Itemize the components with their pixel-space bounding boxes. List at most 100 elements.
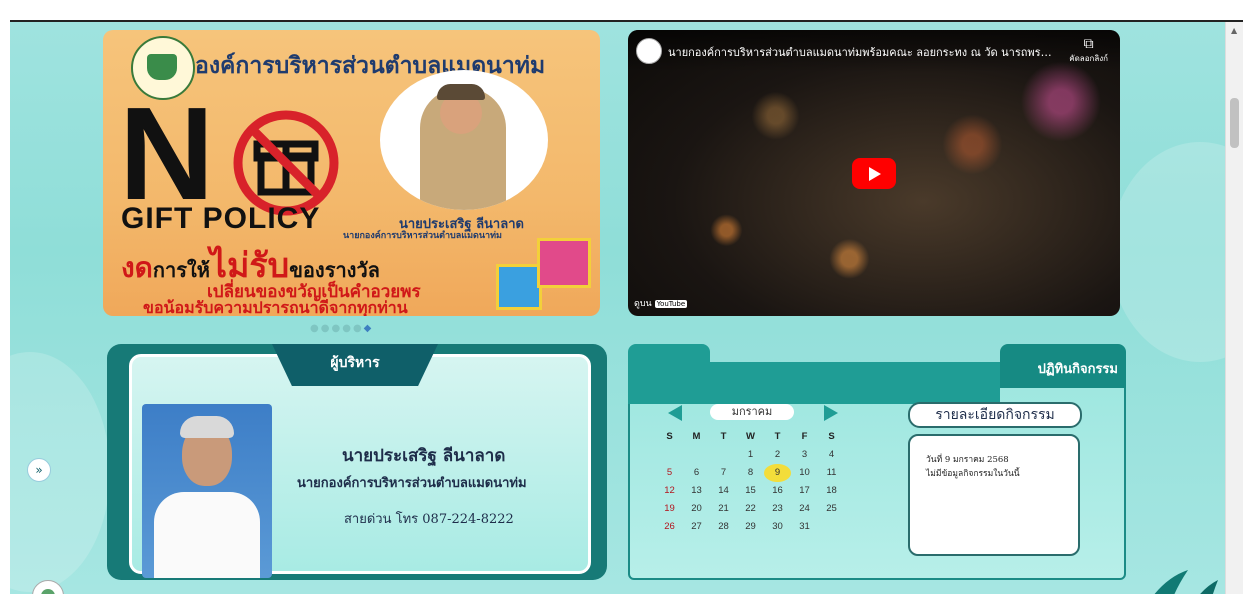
day-cell[interactable]: 11 [818,464,845,482]
headline-give: การให้ [152,258,210,282]
copy-icon: ⧉ [1083,36,1094,52]
executive-photo [142,404,272,578]
activity-detail-box: วันที่ 9 มกราคม 2568 ไม่มีข้อมูลกิจกรรมใ… [908,434,1080,556]
gift-box-decoration [537,238,591,288]
activity-date: วันที่ 9 มกราคม 2568 [926,455,1009,465]
day-cell[interactable]: 30 [764,518,791,536]
activity-text: ไม่มีข้อมูลกิจกรรมในวันนี้ [926,469,1020,479]
day-cell[interactable]: 7 [710,464,737,482]
youtube-logo: YouTube [654,300,688,308]
weekday: T [774,431,781,442]
current-month: มกราคม [710,404,794,420]
browser-top-edge [0,0,1243,22]
bg-decoration [1110,142,1226,362]
week-row: 5 6 7 8 9 10 11 [656,464,846,482]
carousel-indicators[interactable]: ●●●●●◆ [310,323,373,334]
gift-box-decoration [496,264,542,310]
day-cell[interactable]: 3 [791,446,818,464]
weekday: S [666,431,673,442]
gift-policy-banner[interactable]: องค์การบริหารส่วนตำบลแมดนาท่ม N GIFT POL… [103,30,600,316]
executive-tab-label: ผู้บริหาร [330,355,380,371]
day-cell[interactable]: 19 [656,500,683,518]
day-cell[interactable]: 15 [737,482,764,500]
day-cell[interactable]: 16 [764,482,791,500]
expand-side-button[interactable]: » [27,458,51,482]
scroll-up-icon[interactable]: ▲ [1231,26,1237,35]
watch-on-youtube[interactable]: ดูบน YouTube [634,296,688,310]
banner-official-photo [380,70,548,210]
day-cell[interactable]: 2 [764,446,791,464]
week-row: 19 20 21 22 23 24 25 [656,500,846,518]
channel-avatar[interactable] [636,38,662,64]
vertical-scrollbar[interactable]: ▲ [1225,22,1243,594]
executive-card: ผู้บริหาร นายประเสริฐ ลีนาลาด นายกองค์กา… [107,344,607,580]
day-cell[interactable]: 1 [737,446,764,464]
week-row: 26 27 28 29 30 31 [656,518,846,536]
scrollbar-thumb[interactable] [1230,98,1239,148]
day-cell[interactable]: 23 [764,500,791,518]
page-content: องค์การบริหารส่วนตำบลแมดนาท่ม N GIFT POL… [10,22,1226,594]
day-cell[interactable]: 26 [656,518,683,536]
weekday: T [720,431,727,442]
carousel-dot[interactable]: ● [321,323,332,334]
day-cell-today[interactable]: 9 [764,464,791,482]
watch-on-label: ดูบน [634,299,652,309]
day-cell[interactable]: 10 [791,464,818,482]
next-month-button[interactable] [824,405,838,421]
banner-line-3: ขอน้อมรับความปรารถนาดีจากทุกท่าน [143,298,408,316]
day-cell[interactable] [710,446,737,464]
day-cell[interactable]: 21 [710,500,737,518]
day-cell[interactable]: 18 [818,482,845,500]
day-cell[interactable]: 27 [683,518,710,536]
prev-month-button[interactable] [668,405,682,421]
headline-no: งด [121,251,153,284]
weekday-row: S M T W T F S [656,428,846,446]
day-cell[interactable]: 31 [791,518,818,536]
carousel-dot[interactable]: ● [353,323,364,334]
calendar-tab: ปฏิทินกิจกรรม [1000,344,1126,388]
day-cell[interactable]: 28 [710,518,737,536]
day-cell[interactable] [683,446,710,464]
day-cell[interactable]: 22 [737,500,764,518]
copy-link-button[interactable]: ⧉ คัดลอกลิงก์ [1069,36,1108,65]
day-cell[interactable]: 17 [791,482,818,500]
calendar-grid: S M T W T F S 1 2 3 4 5 6 7 8 9 10 11 12… [656,428,846,536]
day-cell[interactable] [656,446,683,464]
executive-phone: สายด่วน โทร 087-224-8222 [344,512,514,527]
executive-position: นายกองค์การบริหารส่วนตำบลแมดนาท่ม [297,476,527,491]
carousel-dot[interactable]: ● [342,323,353,334]
weekday: S [828,431,835,442]
month-navigator: มกราคม [668,404,838,426]
week-row: 12 13 14 15 16 17 18 [656,482,846,500]
day-cell[interactable]: 13 [683,482,710,500]
day-cell[interactable]: 14 [710,482,737,500]
activity-calendar: ปฏิทินกิจกรรม มกราคม S M T W T F S 1 2 3… [628,344,1126,580]
video-title[interactable]: นายกองค์การบริหารส่วนตำบลแมดนาท่มพร้อมคณ… [668,43,1058,61]
day-cell[interactable]: 6 [683,464,710,482]
weekday: M [692,431,701,442]
play-button[interactable] [852,158,896,189]
day-cell[interactable]: 29 [737,518,764,536]
leaf-decoration [1154,570,1218,594]
calendar-header-band [628,362,1000,404]
day-cell[interactable]: 5 [656,464,683,482]
banner-big-n: N [119,80,215,227]
day-cell[interactable]: 24 [791,500,818,518]
day-cell[interactable]: 8 [737,464,764,482]
day-cell[interactable]: 20 [683,500,710,518]
calendar-tab-label: ปฏิทินกิจกรรม [1037,362,1118,377]
banner-gift-policy: GIFT POLICY [121,202,321,235]
day-cell[interactable]: 25 [818,500,845,518]
day-cell[interactable]: 12 [656,482,683,500]
executive-name: นายประเสริฐ ลีนาลาด [342,446,506,466]
bg-decoration [10,352,110,592]
carousel-dot[interactable]: ● [331,323,342,334]
copy-link-label: คัดลอกลิงก์ [1069,54,1108,63]
carousel-dot-active[interactable]: ◆ [364,323,374,334]
weekday: F [801,431,808,442]
day-cell[interactable]: 4 [818,446,845,464]
activity-detail-button[interactable]: รายละเอียดกิจกรรม [908,402,1082,428]
day-cell[interactable] [818,518,845,536]
carousel-dot[interactable]: ● [310,323,321,334]
youtube-embed[interactable]: นายกองค์การบริหารส่วนตำบลแมดนาท่มพร้อมคณ… [628,30,1120,316]
